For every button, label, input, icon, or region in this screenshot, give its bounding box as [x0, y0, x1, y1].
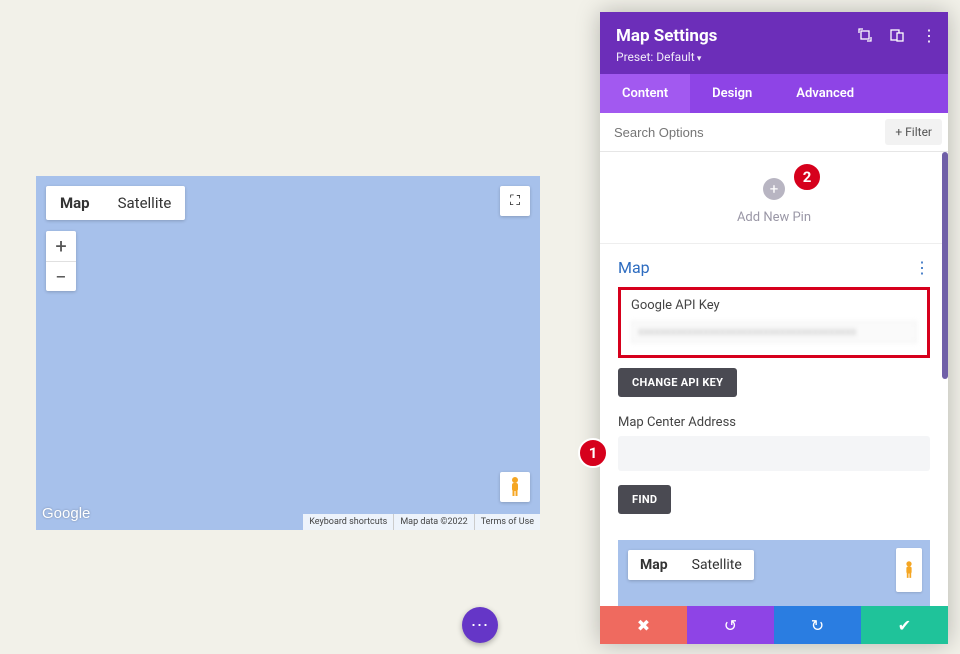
tab-advanced[interactable]: Advanced	[774, 74, 876, 113]
zoom-out-button[interactable]: −	[46, 261, 76, 291]
add-pin-button[interactable]: +	[763, 178, 785, 200]
add-pin-label: Add New Pin	[600, 210, 948, 225]
map-type-satellite[interactable]: Satellite	[104, 186, 186, 220]
pegman-icon	[507, 476, 523, 498]
map-settings-panel: Map Settings Preset: Default ⋮ Content D…	[600, 12, 948, 644]
map-section-menu[interactable]: ⋮	[914, 258, 930, 277]
api-key-highlight: Google API Key xxxxxxxxxxxxxxxxxxxxxxxxx…	[618, 287, 930, 358]
fullscreen-button[interactable]: ⛶	[500, 186, 530, 216]
tab-content[interactable]: Content	[600, 74, 690, 113]
map-section-title: Map	[618, 258, 650, 277]
map-section: Map ⋮ Google API Key xxxxxxxxxxxxxxxxxxx…	[600, 243, 948, 524]
api-key-label: Google API Key	[631, 298, 917, 313]
panel-actions: ✖ ↺ ↻ ✔	[600, 606, 948, 644]
map-footer: Keyboard shortcuts Map data ©2022 Terms …	[303, 514, 540, 530]
filter-button[interactable]: + Filter	[885, 119, 942, 145]
footer-mapdata: Map data ©2022	[393, 514, 473, 530]
annotation-2: 2	[792, 162, 822, 192]
preview-type-satellite[interactable]: Satellite	[680, 550, 754, 580]
annotation-1: 1	[578, 438, 608, 468]
zoom-controls: + −	[46, 231, 76, 291]
cancel-button[interactable]: ✖	[600, 606, 687, 644]
map-center-input[interactable]	[618, 436, 930, 471]
scrollbar[interactable]	[942, 152, 948, 379]
module-fab[interactable]: ⋯	[462, 607, 498, 643]
pegman-button[interactable]	[500, 472, 530, 502]
google-logo: Google	[42, 505, 90, 522]
kebab-icon[interactable]: ⋮	[920, 26, 938, 44]
fullscreen-icon: ⛶	[510, 193, 520, 209]
redo-icon: ↻	[811, 616, 824, 635]
change-api-key-button[interactable]: CHANGE API KEY	[618, 368, 737, 397]
check-icon: ✔	[898, 616, 911, 635]
redo-button[interactable]: ↻	[774, 606, 861, 644]
preset-dropdown[interactable]: Preset: Default	[616, 50, 932, 64]
close-icon: ✖	[637, 616, 650, 635]
footer-shortcuts[interactable]: Keyboard shortcuts	[303, 514, 393, 530]
panel-tabs: Content Design Advanced	[600, 74, 948, 113]
search-row: + Filter	[600, 113, 948, 152]
undo-button[interactable]: ↺	[687, 606, 774, 644]
tab-design[interactable]: Design	[690, 74, 774, 113]
page-map[interactable]: Map Satellite ⛶ + − Google Keyboard shor…	[36, 176, 540, 530]
find-button[interactable]: FIND	[618, 485, 671, 514]
preview-pegman[interactable]	[896, 548, 922, 592]
undo-icon: ↺	[724, 616, 737, 635]
preview-type-map[interactable]: Map	[628, 550, 680, 580]
zoom-in-button[interactable]: +	[46, 231, 76, 261]
footer-tou[interactable]: Terms of Use	[474, 514, 540, 530]
ellipsis-icon: ⋯	[471, 615, 490, 636]
responsive-icon[interactable]	[888, 26, 906, 44]
panel-body: + Add New Pin Map ⋮ Google API Key xxxxx…	[600, 152, 948, 606]
save-button[interactable]: ✔	[861, 606, 948, 644]
map-preview[interactable]: Map Satellite +	[618, 540, 930, 606]
expand-icon[interactable]	[856, 26, 874, 44]
search-input[interactable]	[600, 115, 879, 150]
add-pin-block: + Add New Pin	[600, 152, 948, 243]
map-center-label: Map Center Address	[618, 415, 930, 430]
api-key-field[interactable]: xxxxxxxxxxxxxxxxxxxxxxxxxxxxxxxxxxxxxxxx	[631, 321, 917, 343]
pegman-icon	[902, 560, 916, 580]
map-type-toggle: Map Satellite	[46, 186, 185, 220]
preview-map-type: Map Satellite	[628, 550, 754, 580]
map-type-map[interactable]: Map	[46, 186, 104, 220]
plus-icon: +	[770, 180, 779, 198]
panel-header: Map Settings Preset: Default ⋮	[600, 12, 948, 74]
